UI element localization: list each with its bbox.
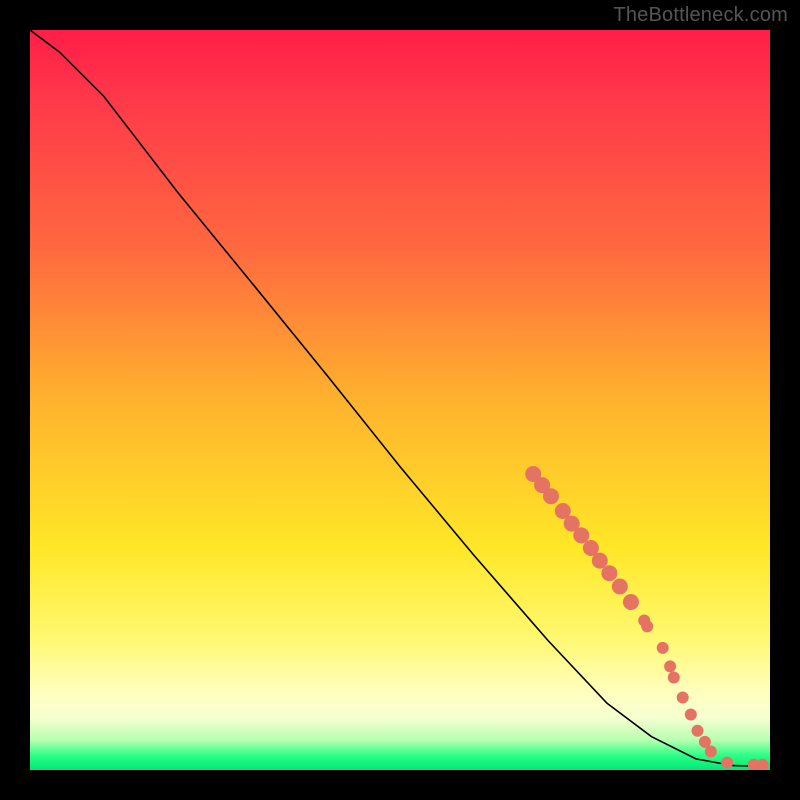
data-point-marker bbox=[592, 553, 608, 569]
data-point-marker bbox=[623, 594, 639, 610]
data-point-marker bbox=[685, 709, 697, 721]
chart-overlay bbox=[30, 30, 770, 770]
data-point-marker bbox=[664, 660, 676, 672]
data-point-marker bbox=[677, 692, 689, 704]
data-point-marker bbox=[573, 527, 589, 543]
data-point-marker bbox=[601, 565, 617, 581]
data-point-marker bbox=[543, 488, 559, 504]
data-point-marker bbox=[657, 642, 669, 654]
marker-group bbox=[525, 466, 768, 770]
chart-area bbox=[30, 30, 770, 770]
data-point-marker bbox=[641, 620, 653, 632]
data-point-marker bbox=[668, 672, 680, 684]
data-point-marker bbox=[721, 757, 733, 769]
data-point-marker bbox=[692, 725, 704, 737]
data-point-marker bbox=[705, 746, 717, 758]
curve-line bbox=[30, 30, 763, 766]
data-point-marker bbox=[757, 759, 769, 770]
watermark-text: TheBottleneck.com bbox=[613, 4, 788, 27]
data-point-marker bbox=[612, 579, 628, 595]
